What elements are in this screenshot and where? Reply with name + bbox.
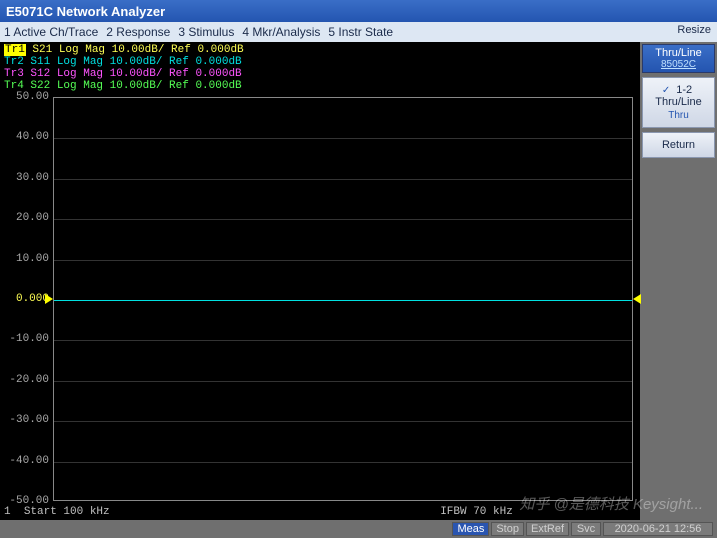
- side-panel: Thru/Line 85052C 1-2 Thru/Line Thru Retu…: [640, 42, 717, 520]
- y-tick-label: -20.00: [3, 374, 49, 386]
- menu-bar: 1 Active Ch/Trace 2 Response 3 Stimulus …: [0, 22, 717, 42]
- ref-marker-left: [45, 294, 53, 304]
- menu-active-ch-trace[interactable]: 1 Active Ch/Trace: [4, 25, 98, 39]
- side-header-sub: 85052C: [643, 59, 714, 70]
- gridline: [54, 260, 632, 261]
- return-button[interactable]: Return: [642, 132, 715, 158]
- gridline: [54, 421, 632, 422]
- thru-line-button[interactable]: 1-2 Thru/Line Thru: [642, 77, 715, 128]
- gridline: [54, 381, 632, 382]
- plot-area[interactable]: [53, 97, 633, 501]
- y-tick-label: 20.00: [3, 212, 49, 224]
- y-tick-label: 50.00: [3, 91, 49, 103]
- gridline: [54, 219, 632, 220]
- y-tick-label: -10.00: [3, 333, 49, 345]
- ref-marker-right: [633, 294, 641, 304]
- menu-mkr-analysis[interactable]: 4 Mkr/Analysis: [242, 25, 320, 39]
- menu-instr-state[interactable]: 5 Instr State: [328, 25, 393, 39]
- y-tick-label: 10.00: [3, 253, 49, 265]
- trace-label-tr1[interactable]: Tr1 S21 Log Mag 10.00dB/ Ref 0.000dB: [4, 44, 244, 56]
- y-tick-label: 40.00: [3, 131, 49, 143]
- window-title: E5071C Network Analyzer: [6, 4, 165, 19]
- status-datetime: 2020-06-21 12:56: [603, 522, 713, 536]
- title-bar: E5071C Network Analyzer: [0, 0, 717, 22]
- y-tick-label: -30.00: [3, 414, 49, 426]
- thru-line-button-title: 1-2 Thru/Line: [655, 84, 701, 108]
- status-svc[interactable]: Svc: [571, 522, 601, 536]
- y-tick-label: 0.000: [3, 293, 49, 305]
- gridline: [54, 138, 632, 139]
- resize-button[interactable]: Resize: [677, 24, 711, 36]
- gridline: [54, 179, 632, 180]
- menu-stimulus[interactable]: 3 Stimulus: [178, 25, 234, 39]
- side-header-title: Thru/Line: [655, 47, 701, 59]
- gridline: [54, 462, 632, 463]
- thru-line-button-sub: Thru: [645, 110, 712, 121]
- trace-line: [54, 300, 632, 301]
- return-button-label: Return: [662, 139, 695, 151]
- trace-label-tr2[interactable]: Tr2 S11 Log Mag 10.00dB/ Ref 0.000dB: [4, 56, 244, 68]
- menu-response[interactable]: 2 Response: [106, 25, 170, 39]
- watermark: 知乎 @是德科技 Keysight...: [519, 493, 703, 514]
- y-tick-label: -40.00: [3, 455, 49, 467]
- start-freq-label: Start 100 kHz: [24, 506, 110, 518]
- status-meas[interactable]: Meas: [452, 522, 489, 536]
- y-tick-label: 30.00: [3, 172, 49, 184]
- gridline: [54, 340, 632, 341]
- channel-indicator: 1: [4, 506, 11, 518]
- plot-panel: Tr1 S21 Log Mag 10.00dB/ Ref 0.000dBTr2 …: [0, 42, 640, 520]
- status-stop[interactable]: Stop: [491, 522, 524, 536]
- trace-labels: Tr1 S21 Log Mag 10.00dB/ Ref 0.000dBTr2 …: [4, 44, 244, 92]
- status-bar: Meas Stop ExtRef Svc 2020-06-21 12:56: [0, 520, 717, 538]
- status-extref[interactable]: ExtRef: [526, 522, 569, 536]
- side-header: Thru/Line 85052C: [642, 44, 715, 73]
- trace-label-tr3[interactable]: Tr3 S12 Log Mag 10.00dB/ Ref 0.000dB: [4, 68, 244, 80]
- work-area: Tr1 S21 Log Mag 10.00dB/ Ref 0.000dBTr2 …: [0, 42, 717, 520]
